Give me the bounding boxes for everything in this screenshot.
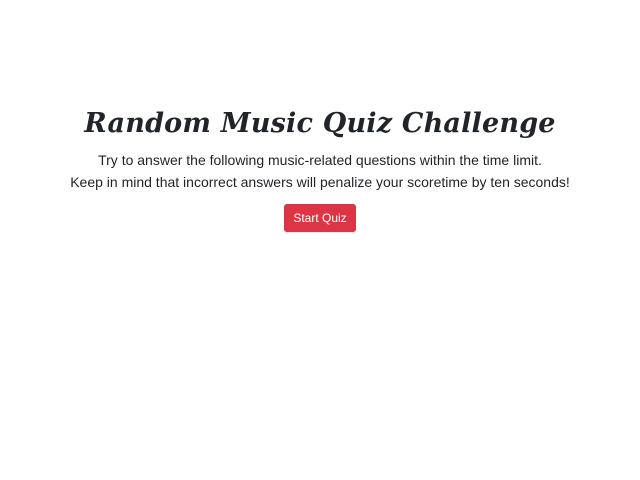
quiz-intro-section: Random Music Quiz Challenge Try to answe… — [0, 104, 640, 232]
start-quiz-button[interactable]: Start Quiz — [284, 204, 356, 232]
page-title: Random Music Quiz Challenge — [84, 108, 556, 139]
quiz-description: Try to answer the following music-relate… — [0, 149, 640, 193]
quiz-description-line-1: Try to answer the following music-relate… — [98, 152, 542, 168]
quiz-description-line-2: Keep in mind that incorrect answers will… — [70, 174, 570, 190]
